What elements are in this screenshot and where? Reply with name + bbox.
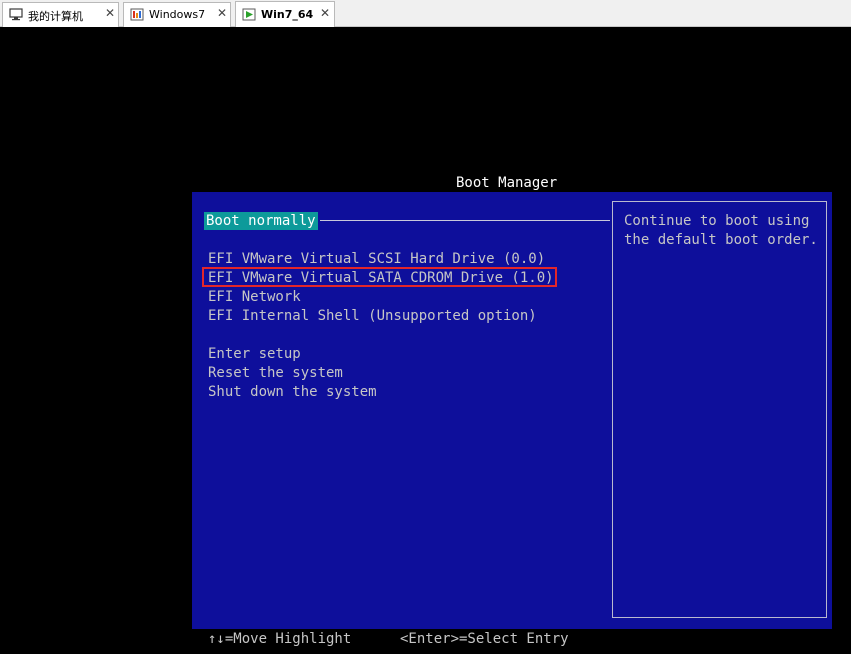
boot-option-internal-shell[interactable]: EFI Internal Shell (Unsupported option)	[208, 307, 537, 325]
vm-running-icon	[242, 8, 256, 21]
vm-tab-bar: 我的计算机 ✕ Windows7 ✕ Win7_64 ✕	[0, 0, 851, 27]
tab-label: Win7_64	[261, 8, 314, 21]
vm-icon	[130, 8, 144, 21]
boot-option-scsi-hard-drive[interactable]: EFI VMware Virtual SCSI Hard Drive (0.0)	[208, 250, 545, 268]
close-icon[interactable]: ✕	[320, 6, 330, 20]
menu-enter-setup[interactable]: Enter setup	[208, 345, 301, 363]
tab-my-computer[interactable]: 我的计算机 ✕	[2, 2, 119, 27]
tab-windows7[interactable]: Windows7 ✕	[123, 2, 231, 27]
boot-option-network[interactable]: EFI Network	[208, 288, 301, 306]
tab-label: Windows7	[149, 8, 206, 21]
annotation-highlight-box	[202, 267, 557, 287]
tab-win7-64[interactable]: Win7_64 ✕	[235, 1, 335, 27]
help-text: Continue to boot using the default boot …	[624, 213, 818, 248]
footer-move-hint: ↑↓=Move Highlight	[208, 631, 352, 647]
menu-shutdown-system[interactable]: Shut down the system	[208, 383, 377, 401]
menu-divider	[320, 220, 610, 221]
close-icon[interactable]: ✕	[105, 6, 115, 20]
close-icon[interactable]: ✕	[217, 6, 227, 20]
computer-icon	[9, 8, 23, 21]
help-box	[612, 201, 827, 618]
boot-option-normal[interactable]: Boot normally	[204, 212, 318, 230]
page-title: Boot Manager	[456, 175, 558, 191]
menu-reset-system[interactable]: Reset the system	[208, 364, 343, 382]
tab-label: 我的计算机	[28, 10, 83, 23]
footer-select-hint: <Enter>=Select Entry	[400, 631, 569, 647]
